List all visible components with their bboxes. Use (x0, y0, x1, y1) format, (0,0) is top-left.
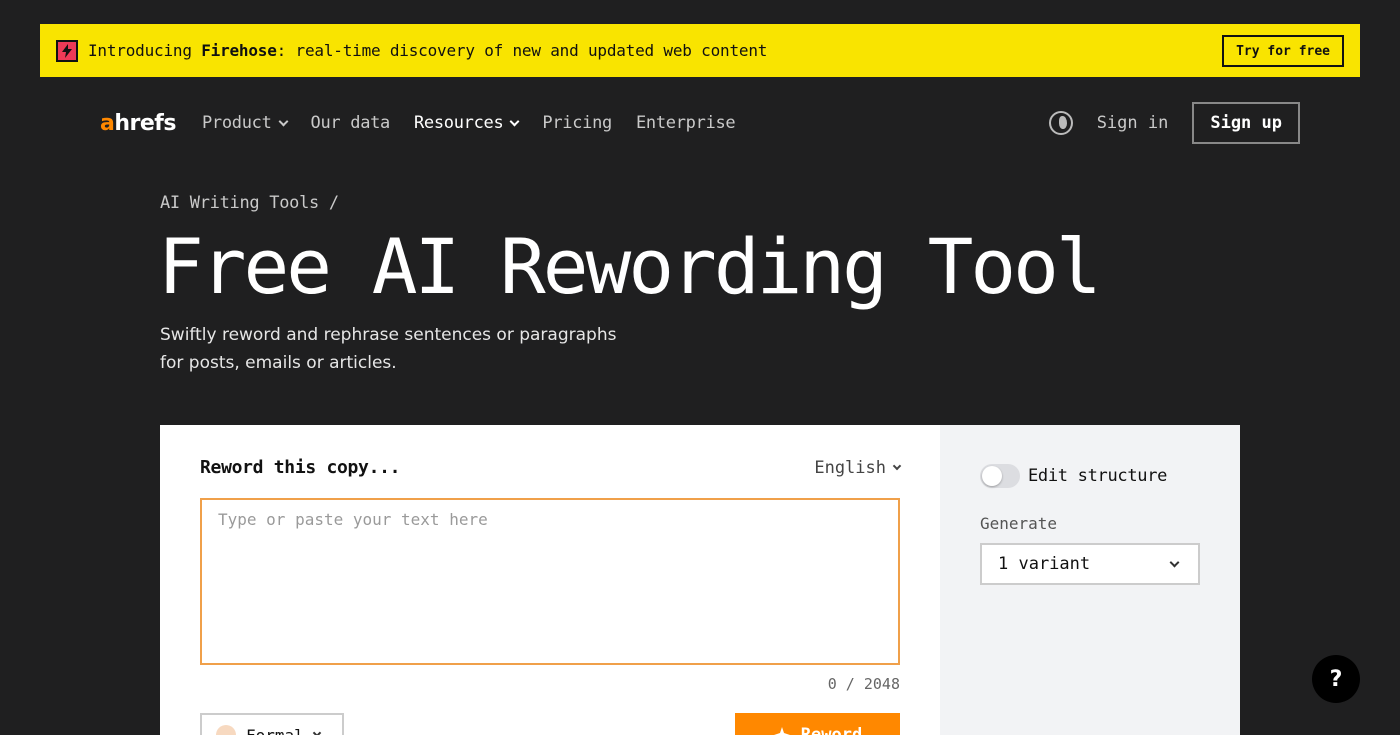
rewording-tool-card: Reword this copy... English 0 / 2048 For… (160, 425, 1240, 735)
page-title: Free AI Rewording Tool (158, 222, 1102, 311)
reword-button[interactable]: Reword (735, 713, 900, 735)
globe-icon[interactable] (1048, 111, 1073, 135)
editor-heading: Reword this copy... (200, 457, 401, 478)
edit-structure-toggle[interactable] (980, 464, 1020, 488)
chevron-down-icon (278, 116, 288, 126)
chevron-down-icon (312, 728, 322, 735)
nav-item-enterprise[interactable]: Enterprise (636, 113, 736, 133)
help-button[interactable]: ? (1312, 655, 1360, 703)
chevron-down-icon (892, 461, 902, 471)
editor-panel: Reword this copy... English 0 / 2048 For… (160, 425, 940, 735)
sparkle-icon (773, 727, 790, 735)
chevron-down-icon (1169, 557, 1180, 568)
nav-item-resources[interactable]: Resources (414, 113, 520, 133)
top-nav: ahrefs Product Our data Resources Pricin… (100, 102, 1300, 144)
page-subtitle: Swiftly reword and rephrase sentences or… (160, 325, 617, 373)
tone-select[interactable]: Formal (200, 713, 344, 735)
generate-label: Generate (980, 514, 1058, 533)
edit-structure-label: Edit structure (1028, 466, 1168, 486)
chevron-down-icon (509, 116, 520, 126)
character-counter: 0 / 2048 (827, 675, 900, 693)
nav-item-our-data[interactable]: Our data (311, 113, 391, 133)
try-for-free-button[interactable]: Try for free (1222, 35, 1344, 67)
announcement-banner: Introducing Firehose: real-time discover… (40, 24, 1360, 77)
variant-count-select[interactable]: 1 variant (980, 543, 1200, 585)
nav-item-pricing[interactable]: Pricing (542, 113, 612, 133)
sign-up-button[interactable]: Sign up (1192, 102, 1300, 144)
tone-emoji-icon (216, 725, 236, 735)
nav-item-product[interactable]: Product (202, 113, 288, 133)
breadcrumb[interactable]: AI Writing Tools / (160, 193, 339, 213)
language-select[interactable]: English (814, 458, 902, 478)
banner-text: Introducing Firehose: real-time discover… (88, 41, 768, 60)
edit-structure-row: Edit structure (980, 464, 1167, 488)
sign-in-link[interactable]: Sign in (1097, 113, 1169, 133)
lightning-icon (56, 39, 78, 62)
text-input[interactable] (200, 498, 900, 665)
options-panel: Edit structure Generate 1 variant (940, 425, 1240, 735)
ahrefs-logo[interactable]: ahrefs (100, 111, 176, 136)
banner-brand: Firehose (201, 41, 277, 60)
